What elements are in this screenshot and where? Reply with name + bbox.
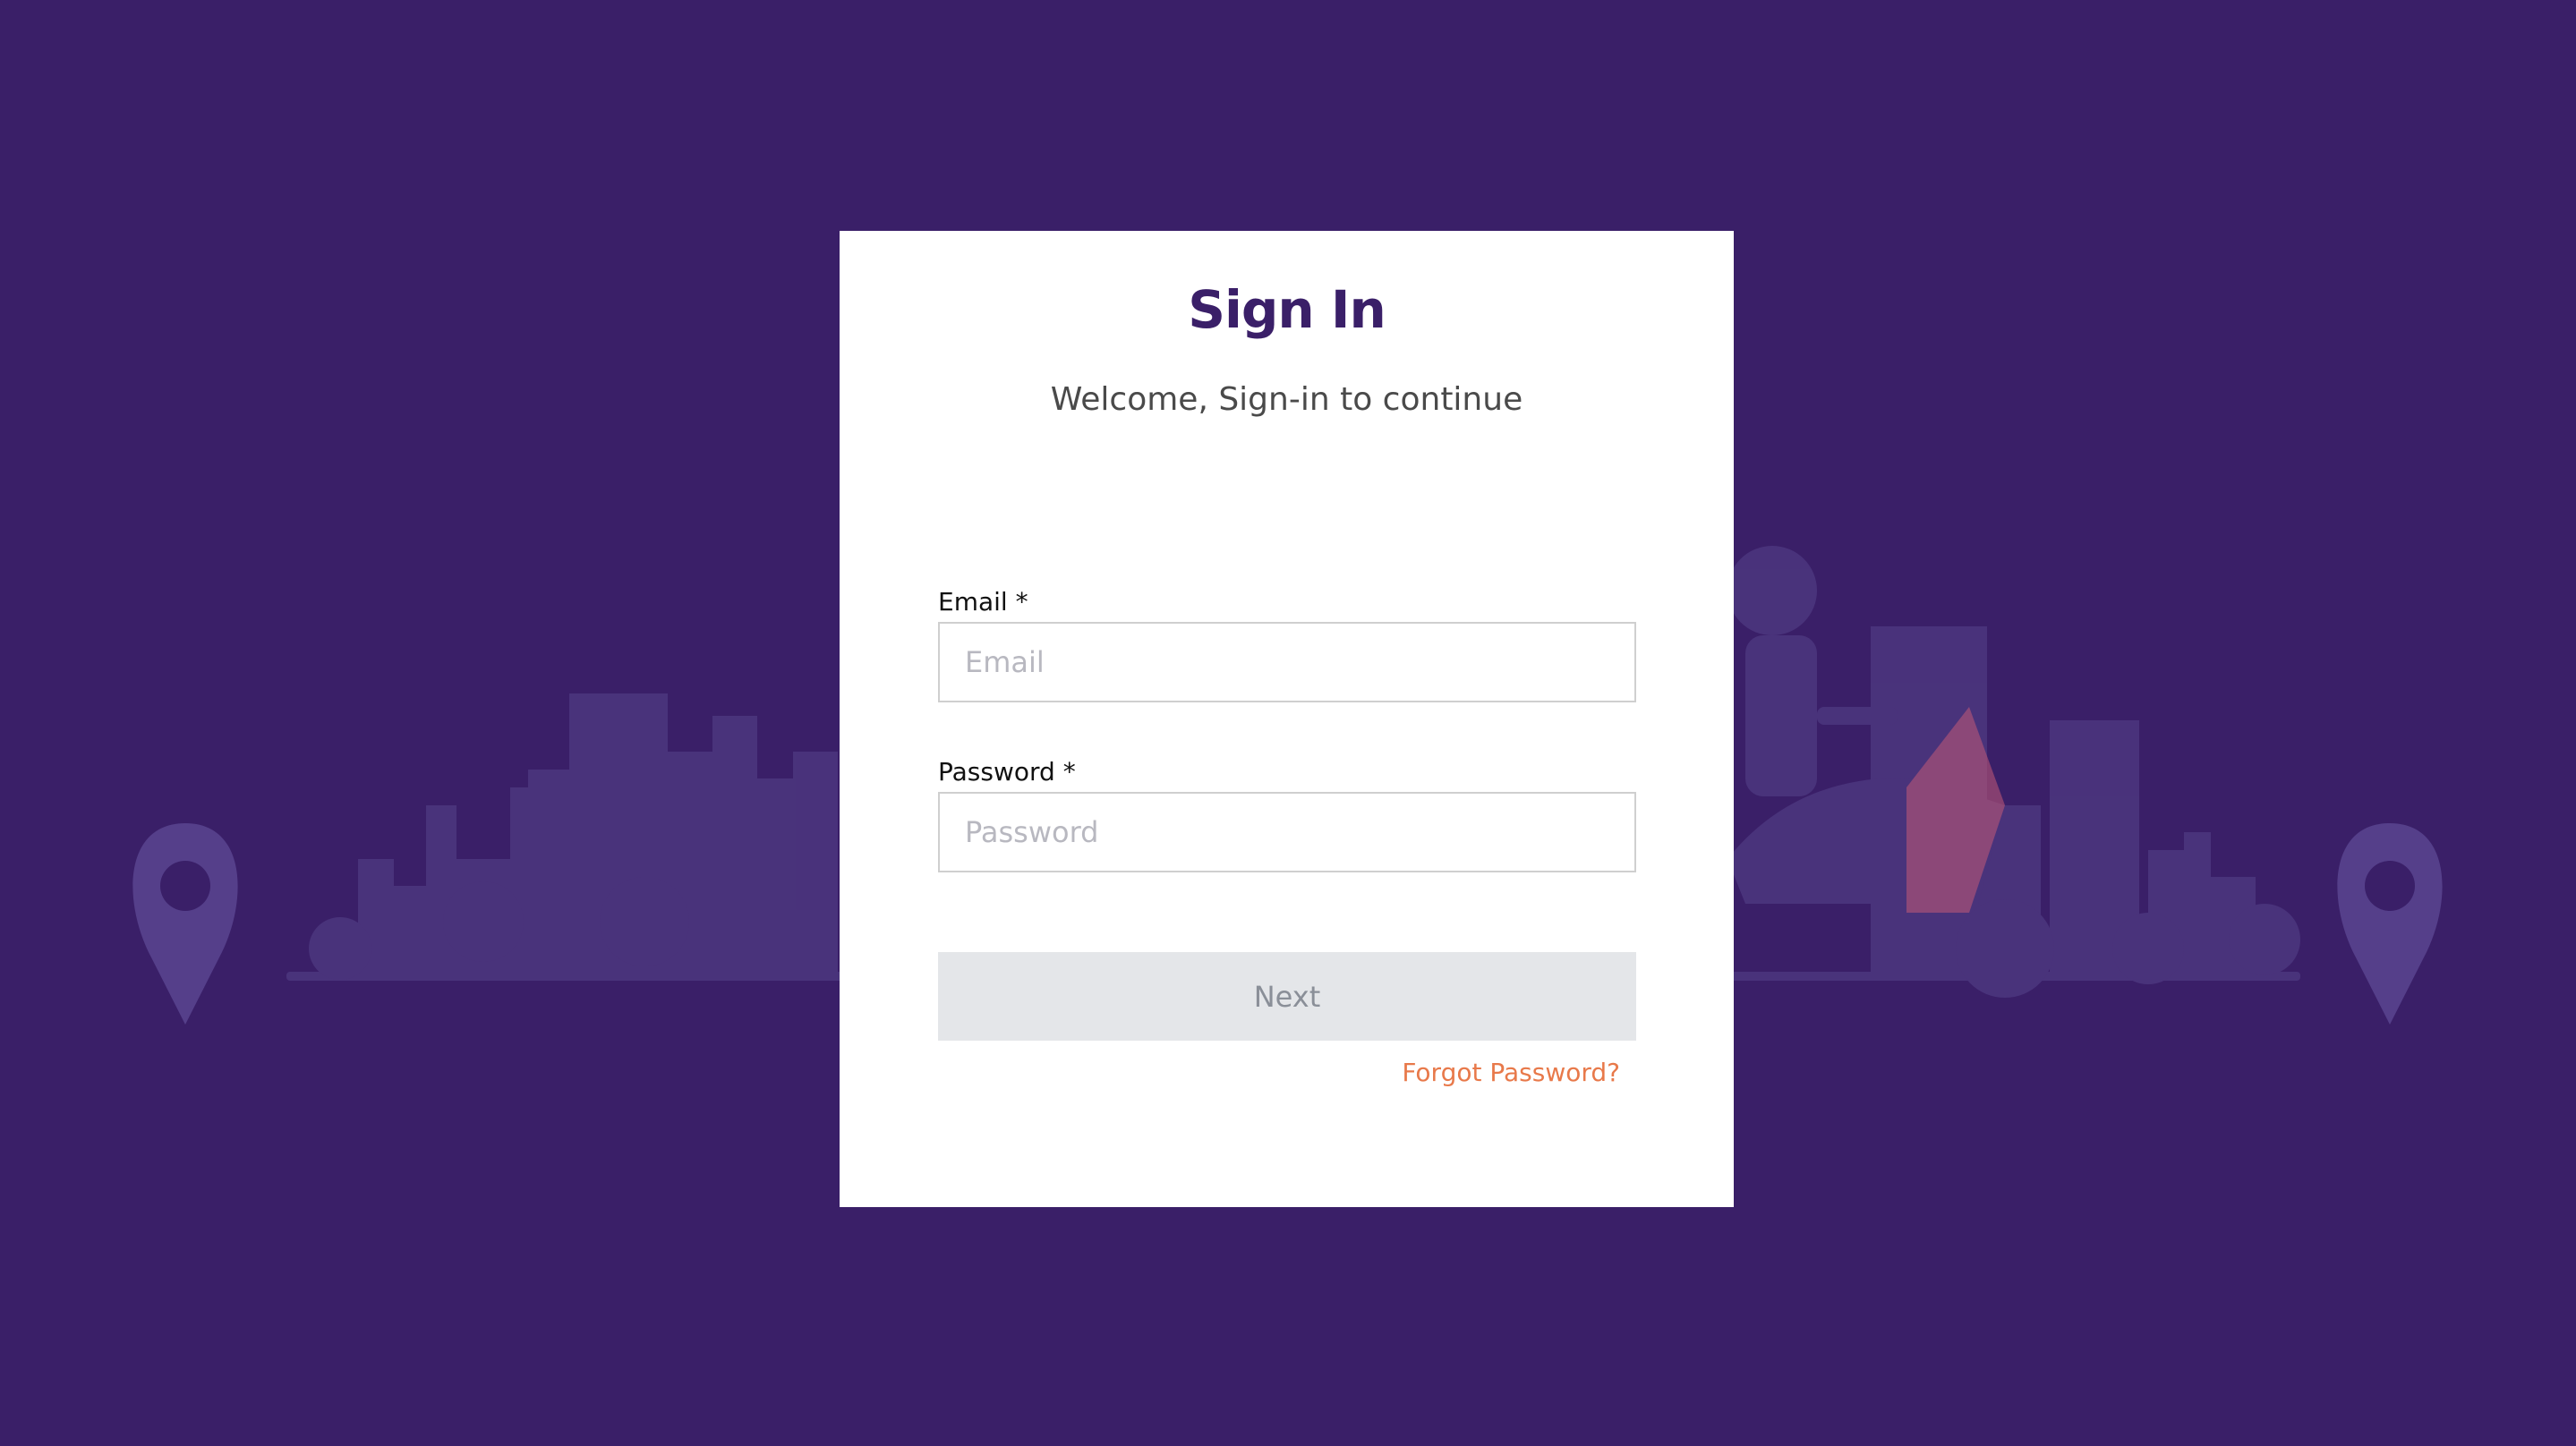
password-required-mark: * <box>1062 757 1076 787</box>
next-button[interactable]: Next <box>938 952 1636 1041</box>
map-pin-icon <box>132 823 238 1025</box>
password-label-text: Password <box>938 757 1055 787</box>
email-label-text: Email <box>938 587 1008 617</box>
page-subtitle: Welcome, Sign-in to continue <box>1050 381 1523 418</box>
email-label: Email * <box>938 587 1028 617</box>
page-title: Sign In <box>1188 279 1386 340</box>
email-field[interactable] <box>938 622 1636 702</box>
password-label: Password * <box>938 757 1076 787</box>
email-required-mark: * <box>1015 587 1028 617</box>
password-field[interactable] <box>938 792 1636 872</box>
map-pin-icon <box>2337 823 2443 1025</box>
signin-card: Sign In Welcome, Sign-in to continue Ema… <box>840 231 1734 1207</box>
forgot-password-link[interactable]: Forgot Password? <box>1402 1058 1620 1087</box>
